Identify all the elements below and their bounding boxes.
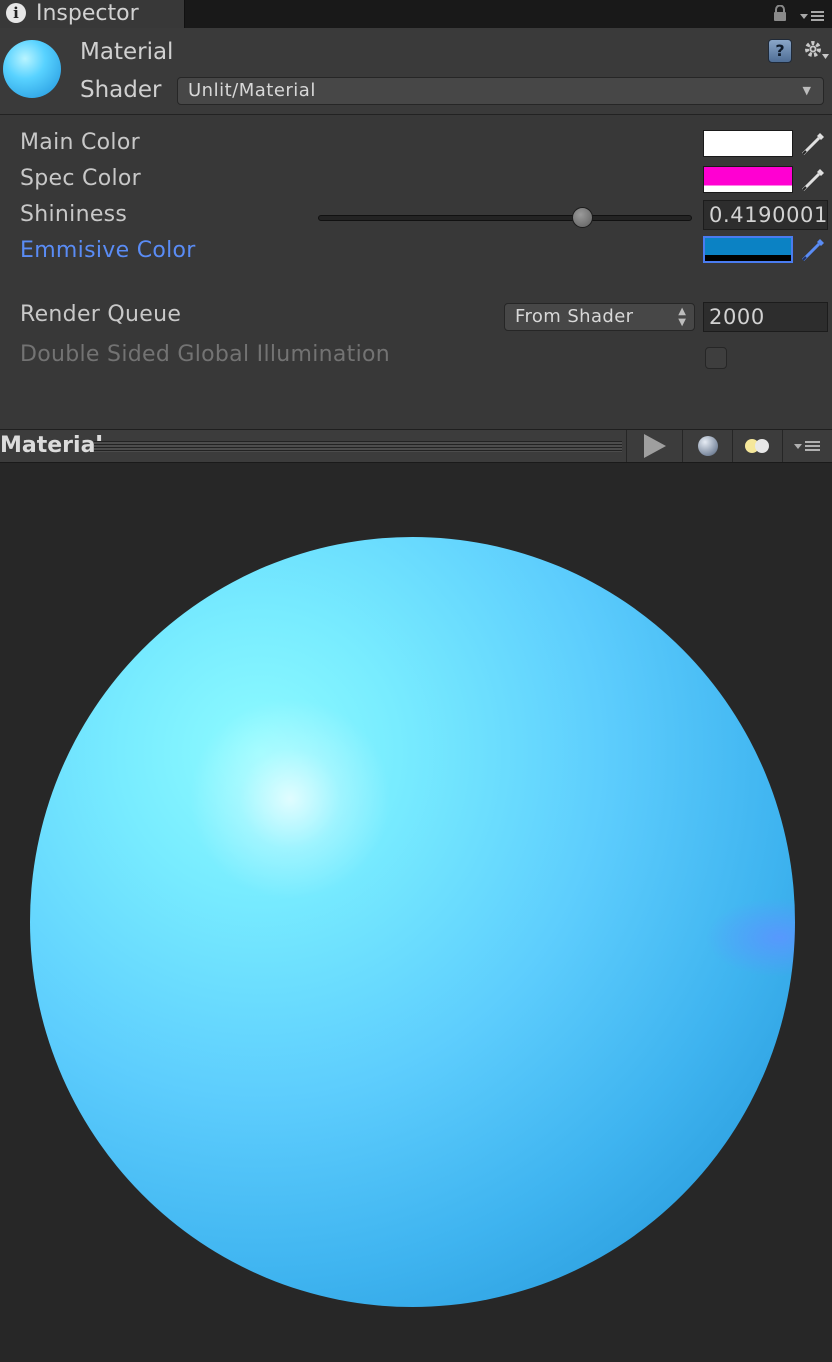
play-button[interactable]: [626, 430, 682, 462]
material-header: Material Shader Unlit/Material ▼ ?: [0, 28, 832, 115]
emissive-color-swatch[interactable]: [703, 236, 793, 263]
render-queue-dropdown[interactable]: From Shader ▲ ▼: [504, 303, 695, 331]
eyedropper-icon[interactable]: [800, 131, 826, 157]
shader-label: Shader: [80, 77, 162, 103]
tab-inspector[interactable]: i Inspector: [0, 0, 185, 28]
render-queue-mode: From Shader: [515, 306, 634, 327]
shininess-value-field[interactable]: 0.4190001: [703, 200, 828, 230]
spec-color-label: Spec Color: [20, 166, 141, 191]
eyedropper-icon[interactable]: [800, 237, 826, 263]
tab-inspector-label: Inspector: [36, 1, 139, 26]
double-sided-gi-checkbox[interactable]: [705, 347, 727, 369]
tab-menu-icon[interactable]: [799, 9, 825, 23]
material-properties: Main Color Spec Color Shininess 0.419000…: [0, 115, 832, 429]
emissive-color-label: Emmisive Color: [20, 238, 196, 263]
preview-lighting-button[interactable]: [732, 430, 782, 462]
shininess-slider-thumb[interactable]: [572, 207, 594, 228]
preview-toolbar: Material: [0, 429, 832, 463]
material-title: Material: [80, 39, 174, 65]
play-icon: [644, 434, 666, 458]
updown-arrows-icon: ▲ ▼: [678, 306, 686, 328]
shininess-label: Shininess: [20, 202, 128, 227]
double-sided-gi-label: Double Sided Global Illumination: [20, 342, 391, 367]
sphere-icon: [698, 436, 718, 456]
chevron-down-icon: ▼: [802, 84, 811, 97]
spec-color-swatch[interactable]: [703, 166, 793, 193]
main-color-swatch[interactable]: [703, 130, 793, 157]
material-preview-icon: [3, 40, 61, 98]
shader-dropdown-value: Unlit/Material: [188, 80, 316, 101]
preview-drag-handle[interactable]: [94, 441, 622, 452]
shader-dropdown[interactable]: Unlit/Material ▼: [177, 77, 824, 105]
main-color-label: Main Color: [20, 130, 140, 155]
lock-icon[interactable]: [773, 5, 787, 22]
preview-menu-button[interactable]: [782, 430, 832, 462]
menu-icon: [794, 441, 820, 451]
render-queue-label: Render Queue: [20, 302, 182, 327]
preview-sphere: [30, 537, 795, 1307]
preview-title: Material: [0, 433, 103, 458]
material-preview-area[interactable]: [0, 463, 832, 1362]
light-icon: [755, 439, 769, 453]
info-icon: i: [6, 3, 26, 23]
eyedropper-icon[interactable]: [800, 167, 826, 193]
render-queue-value-field[interactable]: 2000: [703, 302, 828, 332]
preview-shape-button[interactable]: [682, 430, 732, 462]
shininess-slider[interactable]: [318, 215, 692, 221]
help-icon[interactable]: ?: [768, 39, 792, 63]
gear-icon[interactable]: [802, 38, 830, 62]
tab-bar: i Inspector: [0, 0, 832, 28]
